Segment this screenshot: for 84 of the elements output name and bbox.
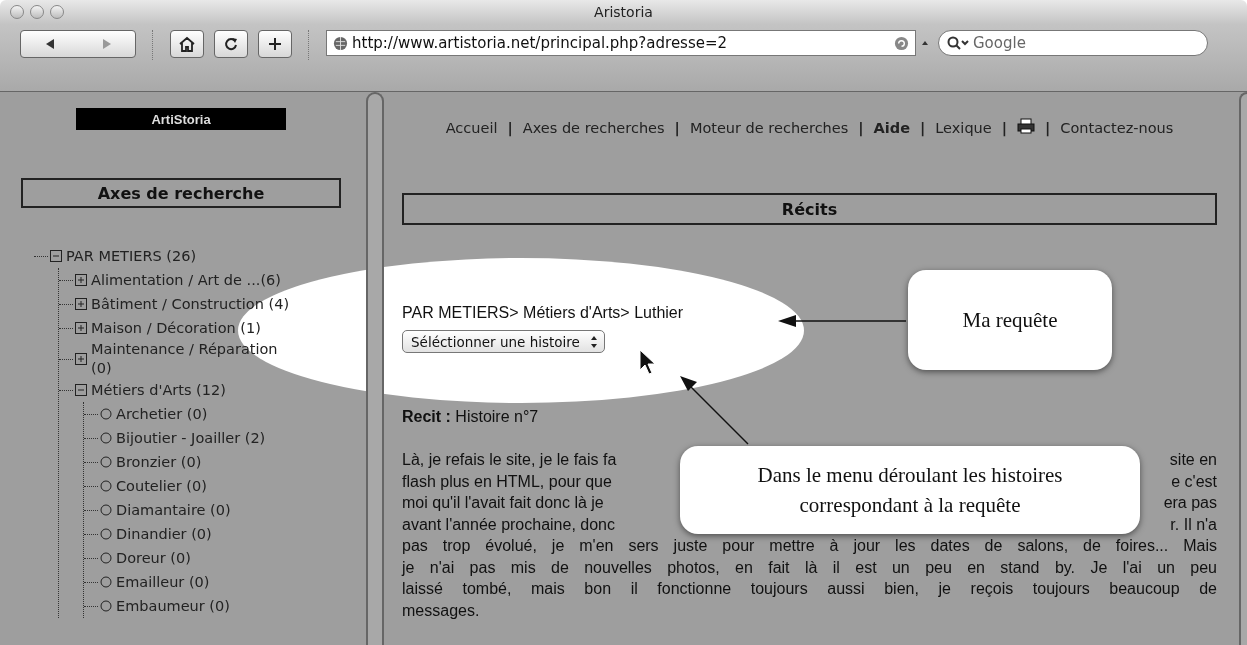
collapse-icon[interactable] — [75, 384, 87, 396]
story-text: era pas — [1163, 493, 1217, 513]
story-text: je n'ai pas mis de nouvelles photos, en fait là il est un peu en stand by. Je l'ai un peu — [402, 557, 1217, 578]
search-icon — [947, 36, 969, 50]
nav-separator: | — [858, 119, 864, 138]
story-select[interactable]: Séléctionner une histoire — [402, 330, 605, 353]
tree-item[interactable]: Bronzier (0) — [116, 452, 202, 472]
plus-icon — [268, 37, 282, 51]
forward-icon — [101, 39, 112, 49]
nav-link[interactable]: Lexique — [935, 118, 992, 138]
tree-item[interactable]: Doreur (0) — [116, 548, 191, 568]
search-field[interactable]: Google — [938, 30, 1208, 56]
site-logo: ArtiStoria — [76, 108, 286, 130]
home-button[interactable] — [170, 30, 204, 58]
nav-separator: | — [920, 119, 926, 138]
reload-icon — [224, 37, 238, 51]
circle-icon — [100, 528, 112, 540]
tree-item[interactable]: Bâtiment / Construction (4) — [91, 294, 290, 314]
printer-icon[interactable] — [1017, 118, 1035, 134]
story-text: moi qu'il l'avait fait donc là je — [402, 493, 604, 513]
window-control-button[interactable] — [30, 5, 44, 19]
mouse-cursor-icon — [639, 349, 656, 375]
breadcrumb: PAR METIERS> Métiers d'Arts> Luthier — [402, 304, 684, 322]
tree-item[interactable]: Coutelier (0) — [116, 476, 207, 496]
callout: Ma requête — [908, 270, 1112, 370]
refresh-icon — [894, 35, 909, 51]
callout: Dans le menu déroulant les histoires correspondant à la requête — [680, 446, 1140, 534]
tree-item[interactable]: Diamantaire (0) — [116, 500, 231, 520]
story-text: Là, je refais le site, je le fais fa — [402, 450, 617, 470]
back-icon — [44, 39, 55, 49]
circle-icon — [100, 432, 112, 444]
circle-icon — [100, 480, 112, 492]
add-bookmark-button[interactable] — [258, 30, 292, 58]
story-text: avant l'année prochaine, donc — [402, 514, 615, 535]
tree-item[interactable]: Embaumeur (0) — [116, 596, 230, 616]
tree-item[interactable]: Maison / Décoration (1) — [91, 318, 261, 338]
circle-icon — [100, 456, 112, 468]
globe-icon — [333, 35, 348, 51]
search-input[interactable]: Google — [973, 34, 1199, 52]
nav-link[interactable]: Contactez-nous — [1060, 118, 1174, 138]
nav-separator: | — [1001, 119, 1007, 138]
circle-icon — [100, 600, 112, 612]
story-text: site en — [1169, 450, 1217, 470]
reload-button[interactable] — [214, 30, 248, 58]
story-title: Recit : Histoire n°7 — [402, 408, 539, 426]
address-field[interactable]: http://www.artistoria.net/principal.php?adresse=2 — [326, 30, 916, 56]
window-control-button[interactable] — [50, 5, 64, 19]
arrow — [680, 376, 749, 445]
nav-link[interactable]: Moteur de recherches — [689, 118, 849, 138]
collapse-icon[interactable] — [50, 250, 62, 262]
expand-icon[interactable] — [75, 322, 87, 334]
story-text: r. Il n'a — [1170, 514, 1217, 535]
tree-item[interactable]: Emailleur (0) — [116, 572, 210, 592]
sidebar-heading: Axes de recherche — [21, 178, 341, 208]
window-control-button[interactable] — [10, 5, 24, 19]
tree-item[interactable]: Bijoutier - Joailler (2) — [116, 428, 266, 448]
expand-icon[interactable] — [75, 298, 87, 310]
nav-link[interactable]: Aide — [873, 118, 910, 138]
circle-icon — [100, 576, 112, 588]
tree-item[interactable]: Métiers d'Arts (12) — [91, 380, 226, 400]
section-title: Récits — [402, 193, 1217, 225]
story-text: flash plus en HTML, pour que — [402, 471, 612, 492]
story-text: messages. — [402, 600, 481, 621]
window-title: Aristoria — [593, 4, 654, 20]
nav-link[interactable]: Accueil — [445, 118, 498, 138]
tree-item[interactable]: Archetier (0) — [116, 404, 208, 424]
circle-icon — [100, 504, 112, 516]
home-icon — [179, 36, 195, 52]
tree-item[interactable]: PAR METIERS (26) — [66, 246, 197, 266]
expand-icon[interactable] — [75, 274, 87, 286]
circle-icon — [100, 408, 112, 420]
story-text: pas trop évolué, je m'en sers juste pour mettre à jour les dates de salons, de foires... Mais — [402, 536, 1217, 556]
back-forward-control[interactable] — [20, 30, 136, 58]
nav-separator: | — [674, 119, 680, 138]
nav-separator: | — [507, 119, 513, 138]
story-text: laissé tombé, mais bon il fonctionne toujours aussi bien, je reçois toujours beaucoup de — [402, 579, 1217, 599]
caret-icon — [922, 40, 928, 46]
tree-item[interactable]: Dinandier (0) — [116, 524, 212, 544]
nav-link[interactable]: Axes de recherches — [522, 118, 665, 138]
story-text: e c'est — [1171, 471, 1217, 492]
nav-separator: | — [1045, 119, 1051, 138]
tree-item[interactable]: Alimentation / Art de ...(6) — [91, 270, 281, 290]
circle-icon — [100, 552, 112, 564]
expand-icon[interactable] — [75, 353, 87, 365]
